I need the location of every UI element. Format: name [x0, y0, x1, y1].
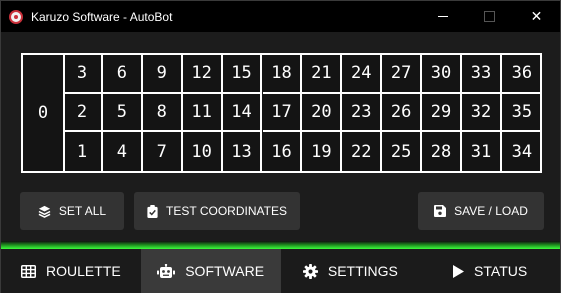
- app-logo-icon: [9, 9, 23, 24]
- roulette-cell[interactable]: 30: [422, 55, 462, 94]
- roulette-cell[interactable]: 5: [102, 93, 143, 133]
- roulette-cell[interactable]: 10: [183, 132, 223, 171]
- roulette-cell-zero[interactable]: 0: [23, 55, 65, 171]
- layers-icon: [38, 205, 51, 218]
- tab-status[interactable]: STATUS: [420, 249, 560, 293]
- floppy-disk-icon: [434, 205, 447, 217]
- roulette-cell[interactable]: 23: [342, 93, 383, 133]
- tab-settings[interactable]: SETTINGS: [281, 249, 421, 293]
- tab-status-label: STATUS: [474, 263, 528, 279]
- play-icon: [453, 264, 465, 278]
- roulette-cell[interactable]: 8: [142, 93, 183, 133]
- set-all-button[interactable]: SET ALL: [20, 192, 124, 230]
- roulette-cell[interactable]: 1: [63, 132, 103, 171]
- window-title: Karuzo Software - AutoBot: [31, 9, 173, 24]
- roulette-cell[interactable]: 25: [382, 132, 423, 171]
- clipboard-check-icon: [147, 204, 158, 218]
- roulette-cell[interactable]: 13: [223, 132, 263, 171]
- tab-software-label: SOFTWARE: [185, 263, 265, 279]
- tab-roulette[interactable]: ROULETTE: [1, 249, 141, 293]
- roulette-cell[interactable]: 3: [63, 55, 103, 94]
- close-icon: ✕: [530, 8, 543, 25]
- roulette-table: 0 3 6 9 12 15 18 21 24 27 30 33 36 2 5 8 11 14 17 20 23 26 29…: [21, 53, 542, 173]
- maximize-button: [466, 1, 513, 32]
- roulette-cell[interactable]: 7: [143, 132, 183, 171]
- roulette-cell[interactable]: 22: [342, 132, 383, 171]
- roulette-cell[interactable]: 27: [382, 55, 423, 94]
- close-button[interactable]: ✕: [513, 1, 560, 32]
- roulette-cell[interactable]: 19: [302, 132, 343, 171]
- tab-settings-label: SETTINGS: [327, 263, 398, 279]
- roulette-cell[interactable]: 29: [422, 93, 462, 133]
- roulette-cell[interactable]: 32: [462, 93, 502, 133]
- bottom-tab-bar: ROULETTE SOFTWARE SETTINGS STATUS: [1, 249, 560, 293]
- roulette-cell[interactable]: 28: [422, 132, 462, 171]
- gear-icon: [302, 263, 318, 279]
- test-coordinates-label: TEST COORDINATES: [166, 204, 287, 218]
- roulette-cell[interactable]: 12: [182, 55, 223, 94]
- roulette-cell[interactable]: 2: [63, 93, 103, 133]
- roulette-cell[interactable]: 16: [263, 132, 303, 171]
- robot-icon: [157, 263, 176, 278]
- roulette-cell[interactable]: 34: [502, 132, 542, 171]
- accent-glow-divider: [1, 241, 560, 249]
- maximize-icon: [484, 11, 495, 22]
- roulette-cell[interactable]: 18: [262, 55, 303, 94]
- roulette-cell[interactable]: 26: [382, 93, 423, 133]
- set-all-label: SET ALL: [58, 204, 107, 218]
- roulette-cell[interactable]: 15: [222, 55, 263, 94]
- roulette-cell[interactable]: 9: [142, 55, 183, 94]
- roulette-cell[interactable]: 24: [342, 55, 383, 94]
- grid-icon: [21, 264, 37, 278]
- roulette-cell[interactable]: 35: [501, 94, 542, 133]
- roulette-cell[interactable]: 4: [103, 132, 143, 171]
- roulette-cell[interactable]: 21: [302, 55, 343, 94]
- roulette-cell[interactable]: 36: [501, 55, 542, 94]
- roulette-cell[interactable]: 33: [462, 55, 502, 94]
- save-load-label: SAVE / LOAD: [454, 204, 528, 218]
- roulette-cell[interactable]: 14: [222, 93, 263, 133]
- test-coordinates-button[interactable]: TEST COORDINATES: [134, 192, 300, 230]
- roulette-cell[interactable]: 20: [302, 93, 343, 133]
- app-window: Karuzo Software - AutoBot ✕ 0 3 6 9 12 15 18 2…: [0, 0, 561, 293]
- roulette-cell[interactable]: 11: [182, 93, 223, 133]
- minimize-icon: [437, 16, 448, 17]
- minimize-button[interactable]: [419, 1, 466, 32]
- tab-software[interactable]: SOFTWARE: [140, 249, 281, 293]
- save-load-button[interactable]: SAVE / LOAD: [418, 192, 544, 230]
- roulette-cell[interactable]: 17: [262, 93, 303, 133]
- title-bar[interactable]: Karuzo Software - AutoBot ✕: [1, 1, 560, 32]
- roulette-cell[interactable]: 6: [102, 55, 143, 94]
- roulette-cell[interactable]: 31: [462, 132, 502, 171]
- tab-roulette-label: ROULETTE: [46, 263, 121, 279]
